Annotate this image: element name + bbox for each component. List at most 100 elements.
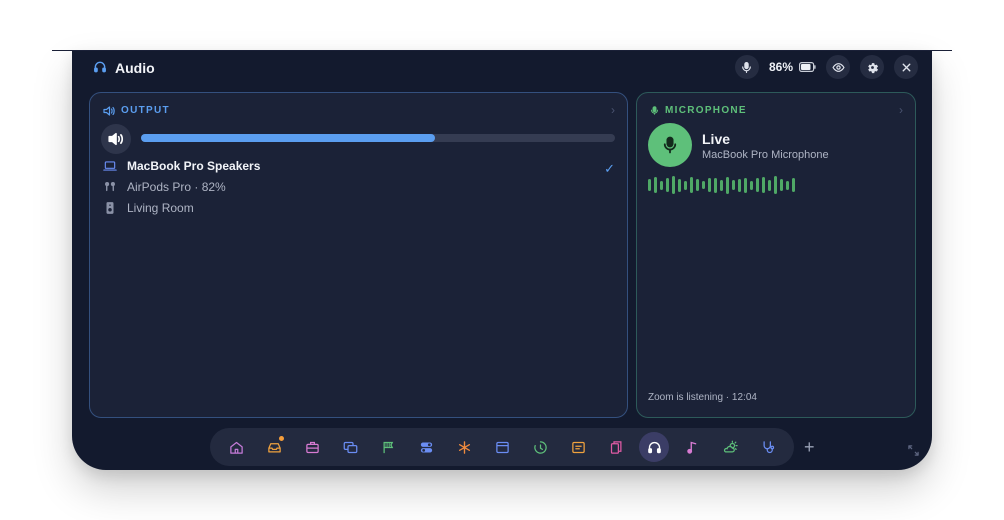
waveform-bar xyxy=(774,176,777,194)
home-icon xyxy=(229,441,243,454)
dock-windows[interactable] xyxy=(338,435,362,459)
dock-files[interactable] xyxy=(604,435,628,459)
toggles-icon xyxy=(420,442,432,452)
dock-notes[interactable] xyxy=(566,435,590,459)
device-airpods[interactable]: AirPods Pro · 82% xyxy=(103,180,226,194)
waveform-bar xyxy=(762,177,765,193)
waveform-bar xyxy=(702,181,705,189)
dock-music[interactable] xyxy=(680,435,704,459)
dock-timer[interactable] xyxy=(528,435,552,459)
settings-button[interactable] xyxy=(860,55,884,79)
selected-check-icon: ✓ xyxy=(604,161,615,176)
music-note-icon xyxy=(686,441,696,454)
waveform-bar xyxy=(768,179,771,191)
mic-device-name: MacBook Pro Microphone xyxy=(702,149,829,161)
waveform-bar xyxy=(792,178,795,192)
dock-flag[interactable] xyxy=(376,435,400,459)
notes-icon xyxy=(571,441,585,453)
device-living-room[interactable]: Living Room xyxy=(103,201,194,215)
waveform-bar xyxy=(786,180,789,190)
laptop-icon xyxy=(103,161,117,171)
microphone-icon xyxy=(663,136,677,154)
app-dock xyxy=(210,428,794,466)
waveform-bar xyxy=(678,178,681,192)
waveform-bar xyxy=(684,180,687,190)
volume-button[interactable] xyxy=(101,124,131,154)
mic-usage-status: Zoom is listening · 12:04 xyxy=(648,392,757,403)
dock-audio[interactable] xyxy=(639,432,669,462)
mic-status: Live xyxy=(702,131,731,147)
window-title: Audio xyxy=(93,59,155,77)
battery-icon xyxy=(799,62,816,72)
waveform-bar xyxy=(714,177,717,193)
timer-icon xyxy=(533,440,547,454)
microphone-chevron-icon[interactable]: › xyxy=(899,103,903,117)
waveform-bar xyxy=(708,178,711,192)
microphone-icon xyxy=(742,61,752,73)
battery-status: 86% xyxy=(769,60,816,74)
waveform-bar xyxy=(660,180,663,190)
resize-handle-icon[interactable] xyxy=(908,445,919,456)
visibility-button[interactable] xyxy=(826,55,850,79)
waveform-bar xyxy=(750,180,753,190)
audio-window: Audio 86% OUTPUT › MacBook Pro Speakers … xyxy=(52,50,952,470)
add-dock-item-button[interactable]: + xyxy=(804,438,815,456)
flag-icon xyxy=(383,441,393,453)
waveform-bar xyxy=(648,179,651,191)
headphones-icon xyxy=(93,60,107,77)
dock-inbox[interactable] xyxy=(262,435,286,459)
waveform-bar xyxy=(738,178,741,192)
mic-toggle-button[interactable] xyxy=(648,123,692,167)
dock-briefcase[interactable] xyxy=(300,435,324,459)
waveform-bar xyxy=(666,178,669,192)
dock-toggles[interactable] xyxy=(414,435,438,459)
headphones-icon xyxy=(647,441,661,453)
notification-dot xyxy=(279,436,284,441)
dock-home[interactable] xyxy=(224,435,248,459)
battery-percent: 86% xyxy=(768,60,793,74)
device-name: AirPods Pro · 82% xyxy=(127,180,226,194)
calendar-window-icon xyxy=(495,441,509,453)
dock-asterisk[interactable] xyxy=(452,435,476,459)
output-panel: OUTPUT › MacBook Pro Speakers ✓ AirPods … xyxy=(89,92,628,418)
speaker-icon xyxy=(106,202,114,214)
waveform-bar xyxy=(690,177,693,193)
files-icon xyxy=(610,440,621,454)
waveform-bar xyxy=(720,179,723,191)
dock-window[interactable] xyxy=(490,435,514,459)
output-header: OUTPUT xyxy=(103,105,170,116)
waveform-bar xyxy=(744,177,747,193)
windows-icon xyxy=(343,441,357,453)
waveform-bar xyxy=(726,176,729,194)
close-button[interactable] xyxy=(894,55,918,79)
airpods-icon xyxy=(105,182,115,192)
stethoscope-icon xyxy=(763,440,774,453)
output-header-text: OUTPUT xyxy=(121,105,170,116)
volume-slider-fill xyxy=(141,134,435,142)
microphone-small-icon xyxy=(651,106,658,115)
microphone-header-text: MICROPHONE xyxy=(665,105,747,116)
waveform-bar xyxy=(756,178,759,192)
volume-slider[interactable] xyxy=(141,134,615,142)
window-title-text: Audio xyxy=(115,60,155,76)
dock-health[interactable] xyxy=(756,435,780,459)
weather-icon xyxy=(723,440,738,452)
output-chevron-icon[interactable]: › xyxy=(611,103,615,117)
device-name: Living Room xyxy=(127,201,194,215)
microphone-header: MICROPHONE xyxy=(650,105,747,116)
device-macbook-speakers[interactable]: MacBook Pro Speakers xyxy=(103,159,260,173)
close-icon xyxy=(902,63,910,71)
waveform-bar xyxy=(732,180,735,190)
asterisk-icon xyxy=(458,440,470,454)
waveform-bar xyxy=(654,177,657,193)
volume-high-icon xyxy=(108,132,124,146)
gear-icon xyxy=(867,62,878,73)
dock-weather[interactable] xyxy=(718,435,742,459)
device-name: MacBook Pro Speakers xyxy=(127,159,261,173)
speaker-small-icon xyxy=(103,105,115,116)
waveform-bar xyxy=(672,176,675,194)
microphone-panel: MICROPHONE › Live MacBook Pro Microphone… xyxy=(636,92,916,418)
inbox-icon xyxy=(267,442,281,452)
waveform-bar xyxy=(780,179,783,191)
mic-button[interactable] xyxy=(734,55,759,79)
